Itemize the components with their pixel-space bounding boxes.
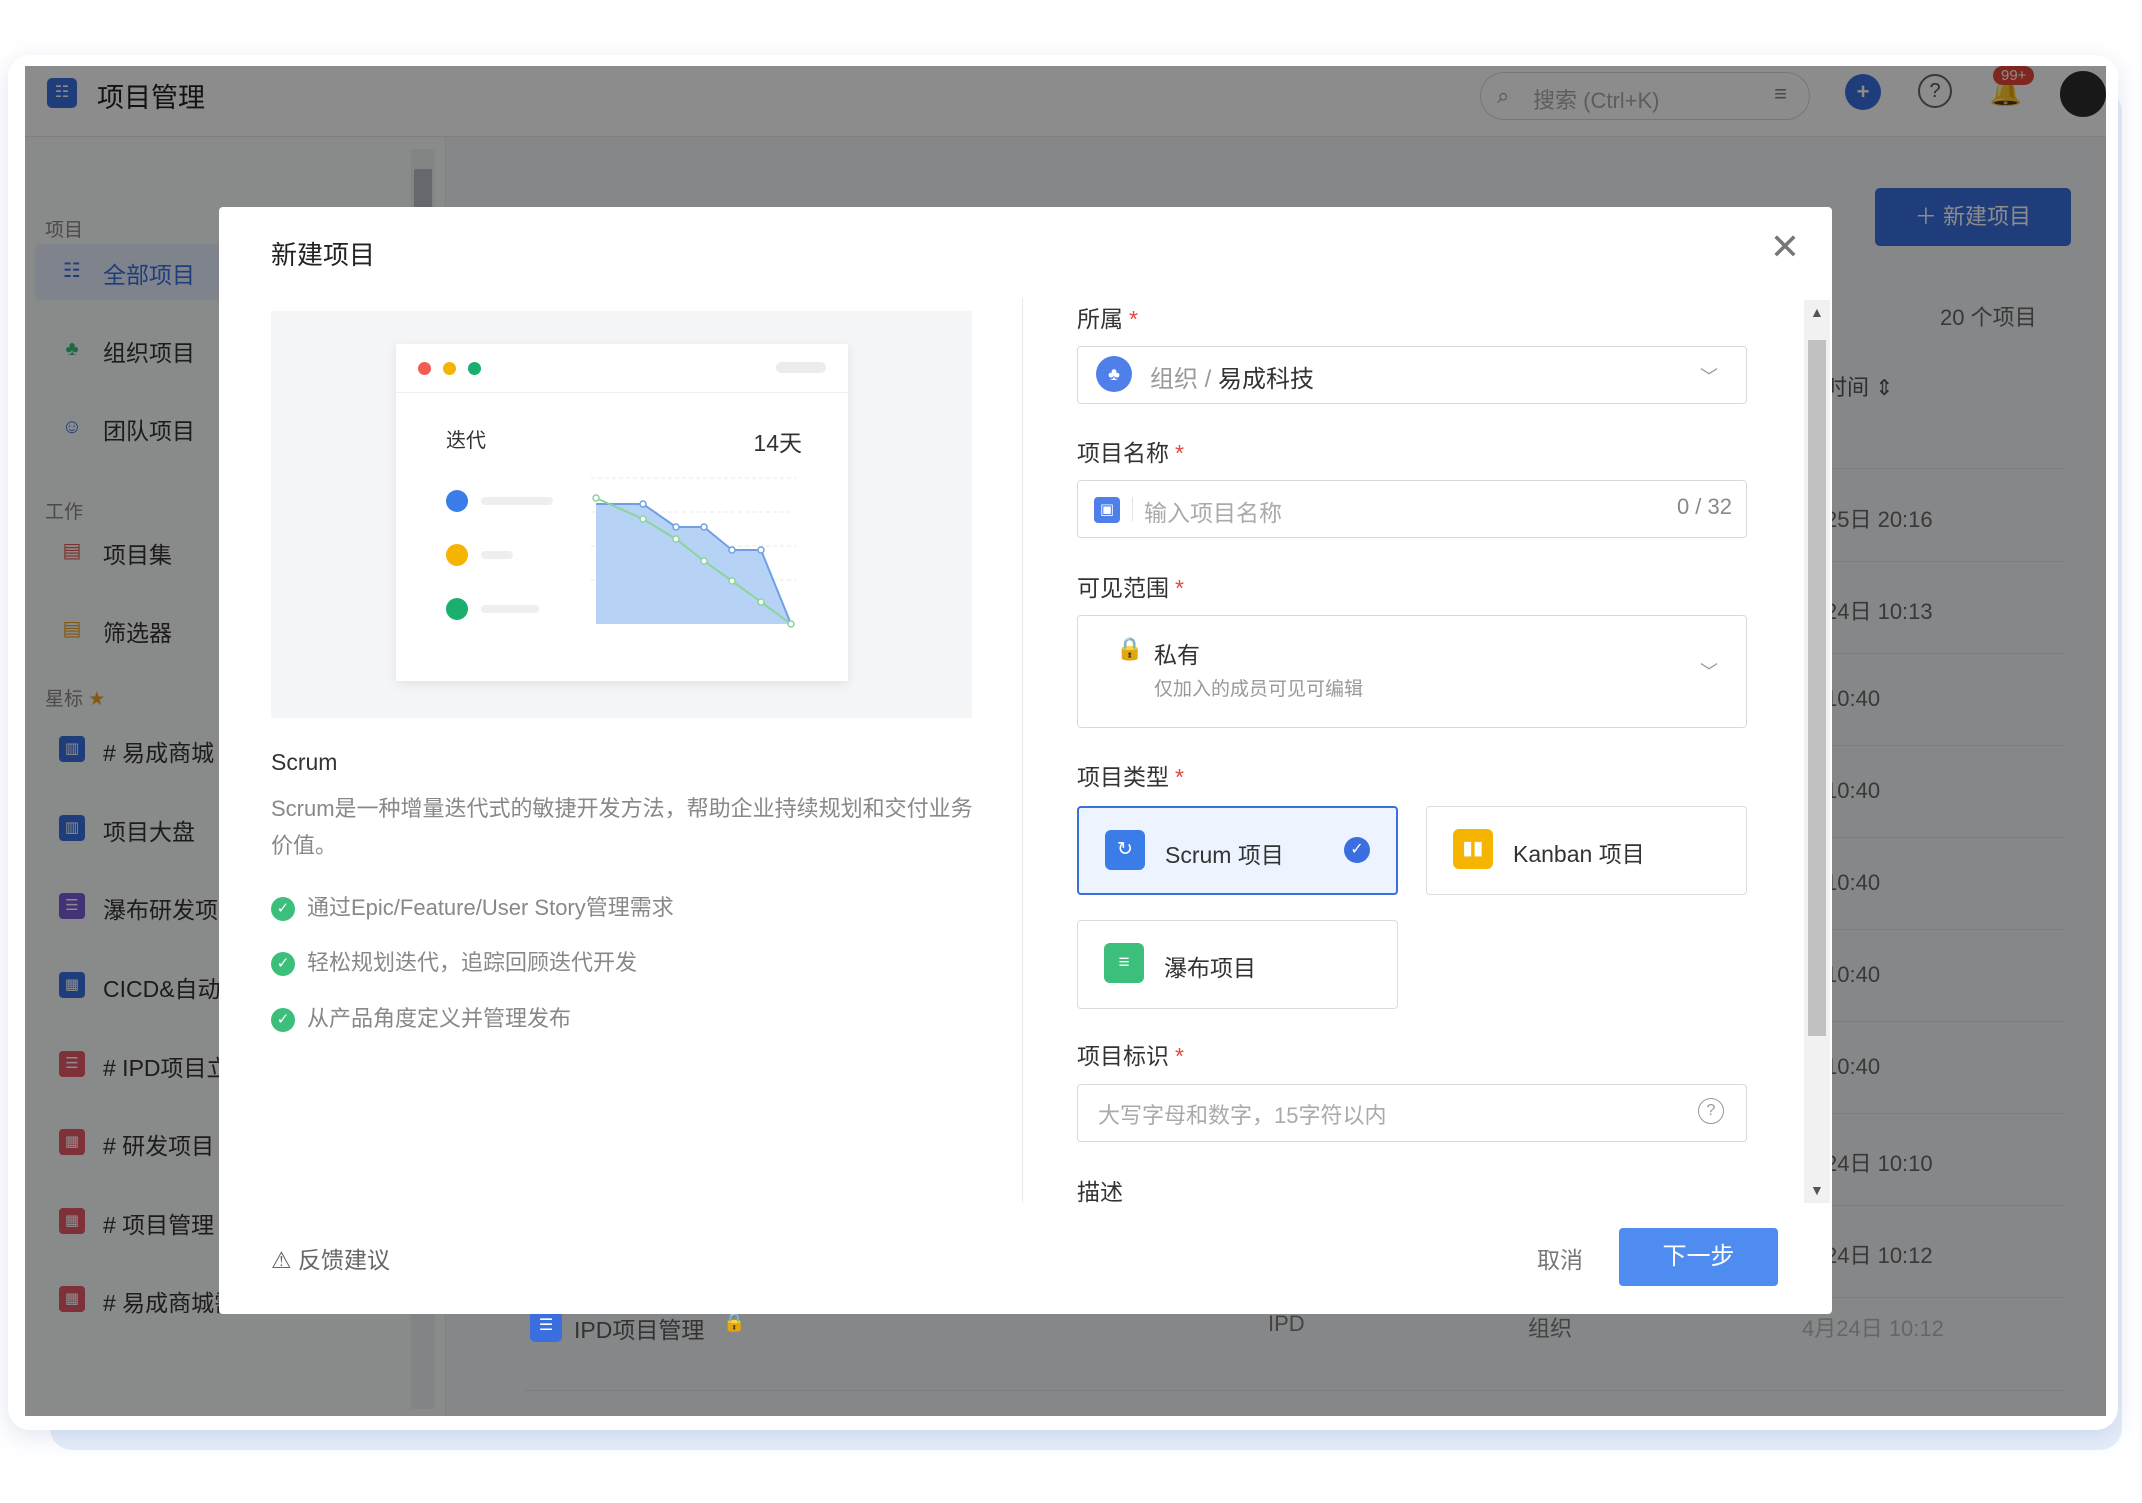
project-scope: 组织 bbox=[1528, 1316, 1573, 1341]
org-icon: ♣ bbox=[1096, 356, 1132, 392]
type-label-text: 项目类型 bbox=[1077, 764, 1169, 790]
description-label: 描述 bbox=[1077, 1179, 1123, 1205]
type-option-label: Kanban 项目 bbox=[1513, 841, 1645, 867]
name-label-text: 项目名称 bbox=[1077, 440, 1169, 466]
visibility-description: 仅加入的成员可见可编辑 bbox=[1154, 679, 1364, 700]
check-icon: ✓ bbox=[271, 897, 295, 922]
next-step-button[interactable]: 下一步 bbox=[1619, 1228, 1778, 1286]
type-option-label: Scrum 项目 bbox=[1165, 842, 1284, 868]
project-key-input[interactable]: 大写字母和数字，15字符以内 ? bbox=[1077, 1084, 1747, 1142]
belong-prefix: 组织 bbox=[1150, 366, 1198, 393]
belong-select[interactable]: ♣ 组织 / 易成科技 ﹀ bbox=[1077, 346, 1747, 404]
feature-text: 轻松规划迭代，追踪回顾迭代开发 bbox=[307, 950, 638, 975]
close-icon[interactable]: ✕ bbox=[1770, 229, 1800, 265]
name-placeholder: 输入项目名称 bbox=[1144, 500, 1282, 526]
waterfall-folder-icon: ≡ bbox=[1104, 943, 1144, 983]
name-label: 项目名称 * bbox=[1077, 434, 1184, 468]
visibility-label: 可见范围 * bbox=[1077, 569, 1184, 603]
required-mark: * bbox=[1175, 1043, 1184, 1069]
type-option-label: 瀑布项目 bbox=[1164, 955, 1256, 981]
belong-org-name: 易成科技 bbox=[1218, 366, 1315, 393]
scrollbar-thumb[interactable] bbox=[1808, 340, 1826, 1036]
visibility-select[interactable]: 🔒 私有 仅加入的成员可见可编辑 ﹀ bbox=[1077, 615, 1747, 728]
scrum-preview: 迭代 14天 bbox=[271, 311, 972, 718]
project-name-input[interactable]: ▣ 输入项目名称 0 / 32 bbox=[1077, 480, 1747, 538]
lock-icon: 🔒 bbox=[723, 1312, 746, 1332]
belong-label: 所属 * bbox=[1077, 300, 1138, 334]
feedback-link[interactable]: ⚠ 反馈建议 bbox=[271, 1241, 390, 1275]
scroll-down-icon[interactable]: ▼ bbox=[1810, 1182, 1824, 1198]
cancel-button[interactable]: 取消 bbox=[1537, 1241, 1583, 1275]
check-icon: ✓ bbox=[271, 952, 295, 977]
belong-value: 组织 / 易成科技 bbox=[1150, 359, 1314, 394]
type-option-scrum[interactable]: ↻ Scrum 项目 ✓ bbox=[1077, 806, 1398, 895]
feature-item: ✓ 通过Epic/Feature/User Story管理需求 bbox=[271, 890, 674, 922]
feature-item: ✓ 轻松规划迭代，追踪回顾迭代开发 bbox=[271, 945, 637, 977]
chevron-down-icon: ﹀ bbox=[1700, 367, 1718, 387]
feature-text: 通过Epic/Feature/User Story管理需求 bbox=[307, 895, 674, 920]
kanban-folder-icon: ▮▮ bbox=[1453, 829, 1493, 869]
icon-divider bbox=[1132, 497, 1133, 521]
panel-divider bbox=[1022, 298, 1023, 1203]
feedback-icon: ⚠ bbox=[271, 1247, 292, 1273]
preview-card: 迭代 14天 bbox=[396, 344, 848, 681]
required-mark: * bbox=[1175, 764, 1184, 790]
type-label: 项目类型 * bbox=[1077, 758, 1184, 792]
lock-icon: 🔒 bbox=[1116, 636, 1144, 661]
feature-item: ✓ 从产品角度定义并管理发布 bbox=[271, 1001, 571, 1033]
scrum-description: Scrum是一种增量迭代式的敏捷开发方法，帮助企业持续规划和交付业务价值。 bbox=[271, 796, 973, 858]
scrum-folder-icon: ↻ bbox=[1105, 830, 1145, 870]
required-mark: * bbox=[1175, 575, 1184, 601]
belong-label-text: 所属 bbox=[1077, 306, 1123, 332]
name-char-count: 0 / 32 bbox=[1676, 494, 1732, 519]
required-mark: * bbox=[1129, 306, 1138, 332]
scrum-title: Scrum bbox=[271, 749, 338, 775]
scroll-up-icon[interactable]: ▲ bbox=[1810, 304, 1824, 320]
project-time: 4月24日 10:12 bbox=[1802, 1316, 1944, 1341]
key-label-text: 项目标识 bbox=[1077, 1043, 1169, 1069]
type-option-kanban[interactable]: ▮▮ Kanban 项目 bbox=[1426, 806, 1747, 895]
chevron-down-icon: ﹀ bbox=[1700, 662, 1718, 682]
help-icon[interactable]: ? bbox=[1698, 1098, 1724, 1124]
modal-title: 新建项目 bbox=[271, 240, 376, 270]
new-project-modal: 新建项目 ✕ 迭代 14天 Scrum Scrum是一种增量迭代式的敏捷开发方法… bbox=[219, 207, 1832, 1314]
form-scrollbar[interactable]: ▲ ▼ bbox=[1804, 300, 1830, 1203]
visibility-value: 私有 bbox=[1154, 642, 1200, 668]
project-name: IPD项目管理 bbox=[574, 1317, 705, 1343]
feature-text: 从产品角度定义并管理发布 bbox=[307, 1006, 572, 1031]
type-option-waterfall[interactable]: ≡ 瀑布项目 bbox=[1077, 920, 1398, 1009]
burndown-chart bbox=[591, 477, 796, 628]
key-label: 项目标识 * bbox=[1077, 1037, 1184, 1071]
belong-separator: / bbox=[1204, 366, 1212, 393]
project-icon: ☰ bbox=[530, 1310, 562, 1342]
feedback-label: 反馈建议 bbox=[298, 1247, 391, 1273]
visibility-label-text: 可见范围 bbox=[1077, 575, 1169, 601]
check-icon: ✓ bbox=[271, 1008, 295, 1033]
required-mark: * bbox=[1175, 440, 1184, 466]
folder-icon[interactable]: ▣ bbox=[1094, 497, 1120, 523]
check-icon: ✓ bbox=[1344, 837, 1370, 863]
project-type: IPD bbox=[1268, 1311, 1305, 1336]
key-placeholder: 大写字母和数字，15字符以内 bbox=[1098, 1103, 1387, 1128]
